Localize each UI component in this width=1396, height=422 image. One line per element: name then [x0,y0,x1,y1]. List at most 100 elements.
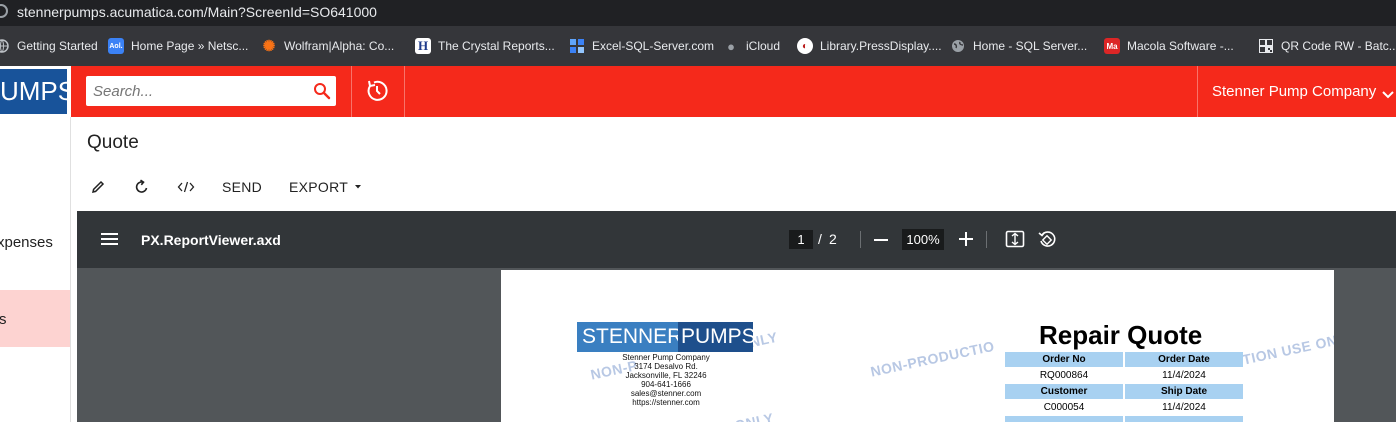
field-label-partial [1005,416,1123,422]
url-text[interactable]: stennerpumps.acumatica.com/Main?ScreenId… [17,4,377,20]
bookmark-crystal-reports[interactable]: H The Crystal Reports... [415,38,555,54]
report-title: Repair Quote [1039,320,1203,350]
pdf-filename: PX.ReportViewer.axd [141,232,281,248]
export-label: EXPORT [289,179,349,195]
zoom-level-input[interactable]: 100% [902,229,944,250]
field-value: C000054 [1043,402,1085,413]
bookmark-excel-sql-server[interactable]: Excel-SQL-Server.com [569,38,714,54]
refresh-icon [135,179,148,193]
report-logo: STENNER PUMPS [577,322,756,352]
code-icon [177,181,195,193]
search-box[interactable] [86,76,336,106]
company-address: Stenner Pump Company 3174 Desalvo Rd. Ja… [601,353,731,407]
export-button[interactable]: EXPORT [289,176,362,198]
address-line: Stenner Pump Company [622,353,710,362]
address-line: 904-641-1666 [641,380,691,389]
logo-right-text: PUMPS [678,322,756,352]
field-label: Order No [1005,352,1123,367]
bookmark-wolfram-alpha[interactable]: ✺ Wolfram|Alpha: Co... [261,38,395,55]
toolbar-divider [860,231,861,248]
macola-icon: Ma [1104,38,1120,54]
bookmark-label: iCloud [746,39,781,53]
nav-item-expenses[interactable]: xpenses [0,234,70,291]
bookmark-label: QR Code RW - Batc... [1281,39,1396,53]
apple-icon: ● [727,38,735,54]
refresh-button[interactable] [134,176,150,198]
globe-icon [950,38,966,54]
field-label: Ship Date [1125,384,1243,399]
globe-icon [0,38,10,54]
pressdisplay-icon: ◐ [797,38,813,54]
code-button[interactable] [177,176,195,198]
rotate-icon[interactable] [1037,229,1057,254]
address-line: https://stenner.com [632,398,700,407]
bookmark-label: Macola Software -... [1127,39,1234,53]
bookmark-home-sql-server[interactable]: Home - SQL Server... [950,38,1087,54]
bookmark-icloud[interactable]: ● iCloud [723,38,780,54]
zoom-in-icon[interactable] [959,232,973,251]
header-divider [351,66,352,117]
field-label: Customer [1005,384,1123,399]
browser-address-bar[interactable]: stennerpumps.acumatica.com/Main?ScreenId… [0,0,1396,26]
page-total: 2 [829,231,837,247]
field-label-partial [1125,416,1243,422]
bookmark-home-page-netscape[interactable]: Aol. Home Page » Netsc... [108,38,248,54]
field-label: Order Date [1125,352,1243,367]
watermark: ONLY [733,409,776,422]
bookmark-label: Wolfram|Alpha: Co... [284,39,395,53]
page-number-input[interactable]: 1 [789,230,813,249]
watermark: TION USE ON [1241,331,1334,368]
address-line: sales@stenner.com [630,389,702,398]
pencil-icon [91,180,105,194]
nav-item-label: s [0,311,7,328]
fit-page-icon[interactable] [1005,230,1025,253]
site-info-icon[interactable] [0,4,8,18]
bookmark-label: Home Page » Netsc... [131,39,249,53]
nav-item-label: xpenses [0,234,53,251]
zoom-out-icon[interactable] [874,239,888,241]
company-selector[interactable]: Stenner Pump Company [1212,83,1376,100]
bookmark-library-pressdisplay[interactable]: ◐ Library.PressDisplay.... [797,38,942,54]
edit-button[interactable] [90,176,106,198]
history-icon[interactable] [364,78,390,109]
bookmark-label: Library.PressDisplay.... [820,39,942,53]
url-host: stennerpumps.acumatica.com [17,4,204,20]
left-navigation: xpenses s [0,117,71,422]
send-button[interactable]: SEND [222,176,262,198]
address-line: 3174 Desalvo Rd. [634,362,698,371]
bookmark-label: Getting Started [17,39,98,53]
field-value: 11/4/2024 [1162,402,1206,413]
search-input[interactable] [93,81,303,101]
toolbar-divider [986,231,987,248]
address-line: Jacksonville, FL 32246 [625,371,707,380]
page-separator: / [818,231,822,247]
field-value: 11/4/2024 [1162,370,1206,381]
bookmark-qr-code-rw[interactable]: QR Code RW - Batc... [1258,38,1396,54]
logo-left-text: STENNER [577,322,682,352]
bookmark-label: The Crystal Reports... [438,39,555,53]
header-divider [404,66,405,117]
logo-text: UMPS [0,69,67,114]
pdf-viewer: PX.ReportViewer.axd 1 / 2 100% ONLY NON-… [77,211,1396,422]
pdf-toolbar: PX.ReportViewer.axd 1 / 2 100% [77,211,1396,268]
page-title: Quote [87,132,139,153]
menu-icon[interactable] [101,232,119,251]
chevron-down-icon[interactable] [1382,87,1394,105]
bookmarks-bar: Getting Started Aol. Home Page » Netsc..… [0,26,1396,66]
field-value: RQ000864 [1039,370,1089,381]
nav-item-active[interactable]: s [0,290,70,347]
bookmark-macola-software[interactable]: Ma Macola Software -... [1104,38,1234,54]
h-icon: H [415,38,431,54]
caret-down-icon [355,185,362,189]
search-icon[interactable] [313,82,331,105]
bookmark-getting-started[interactable]: Getting Started [0,38,98,54]
grid-icon [569,38,585,54]
bookmark-label: Excel-SQL-Server.com [592,39,715,53]
watermark: NON-PRODUCTIO [869,337,996,380]
url-path: /Main?ScreenId=SO641000 [203,4,377,20]
bookmark-label: Home - SQL Server... [973,39,1088,53]
header-divider [1197,66,1198,117]
qr-icon [1258,38,1274,54]
company-logo[interactable]: UMPS [0,66,71,117]
app-header: UMPS Stenner Pump Company [0,66,1396,117]
